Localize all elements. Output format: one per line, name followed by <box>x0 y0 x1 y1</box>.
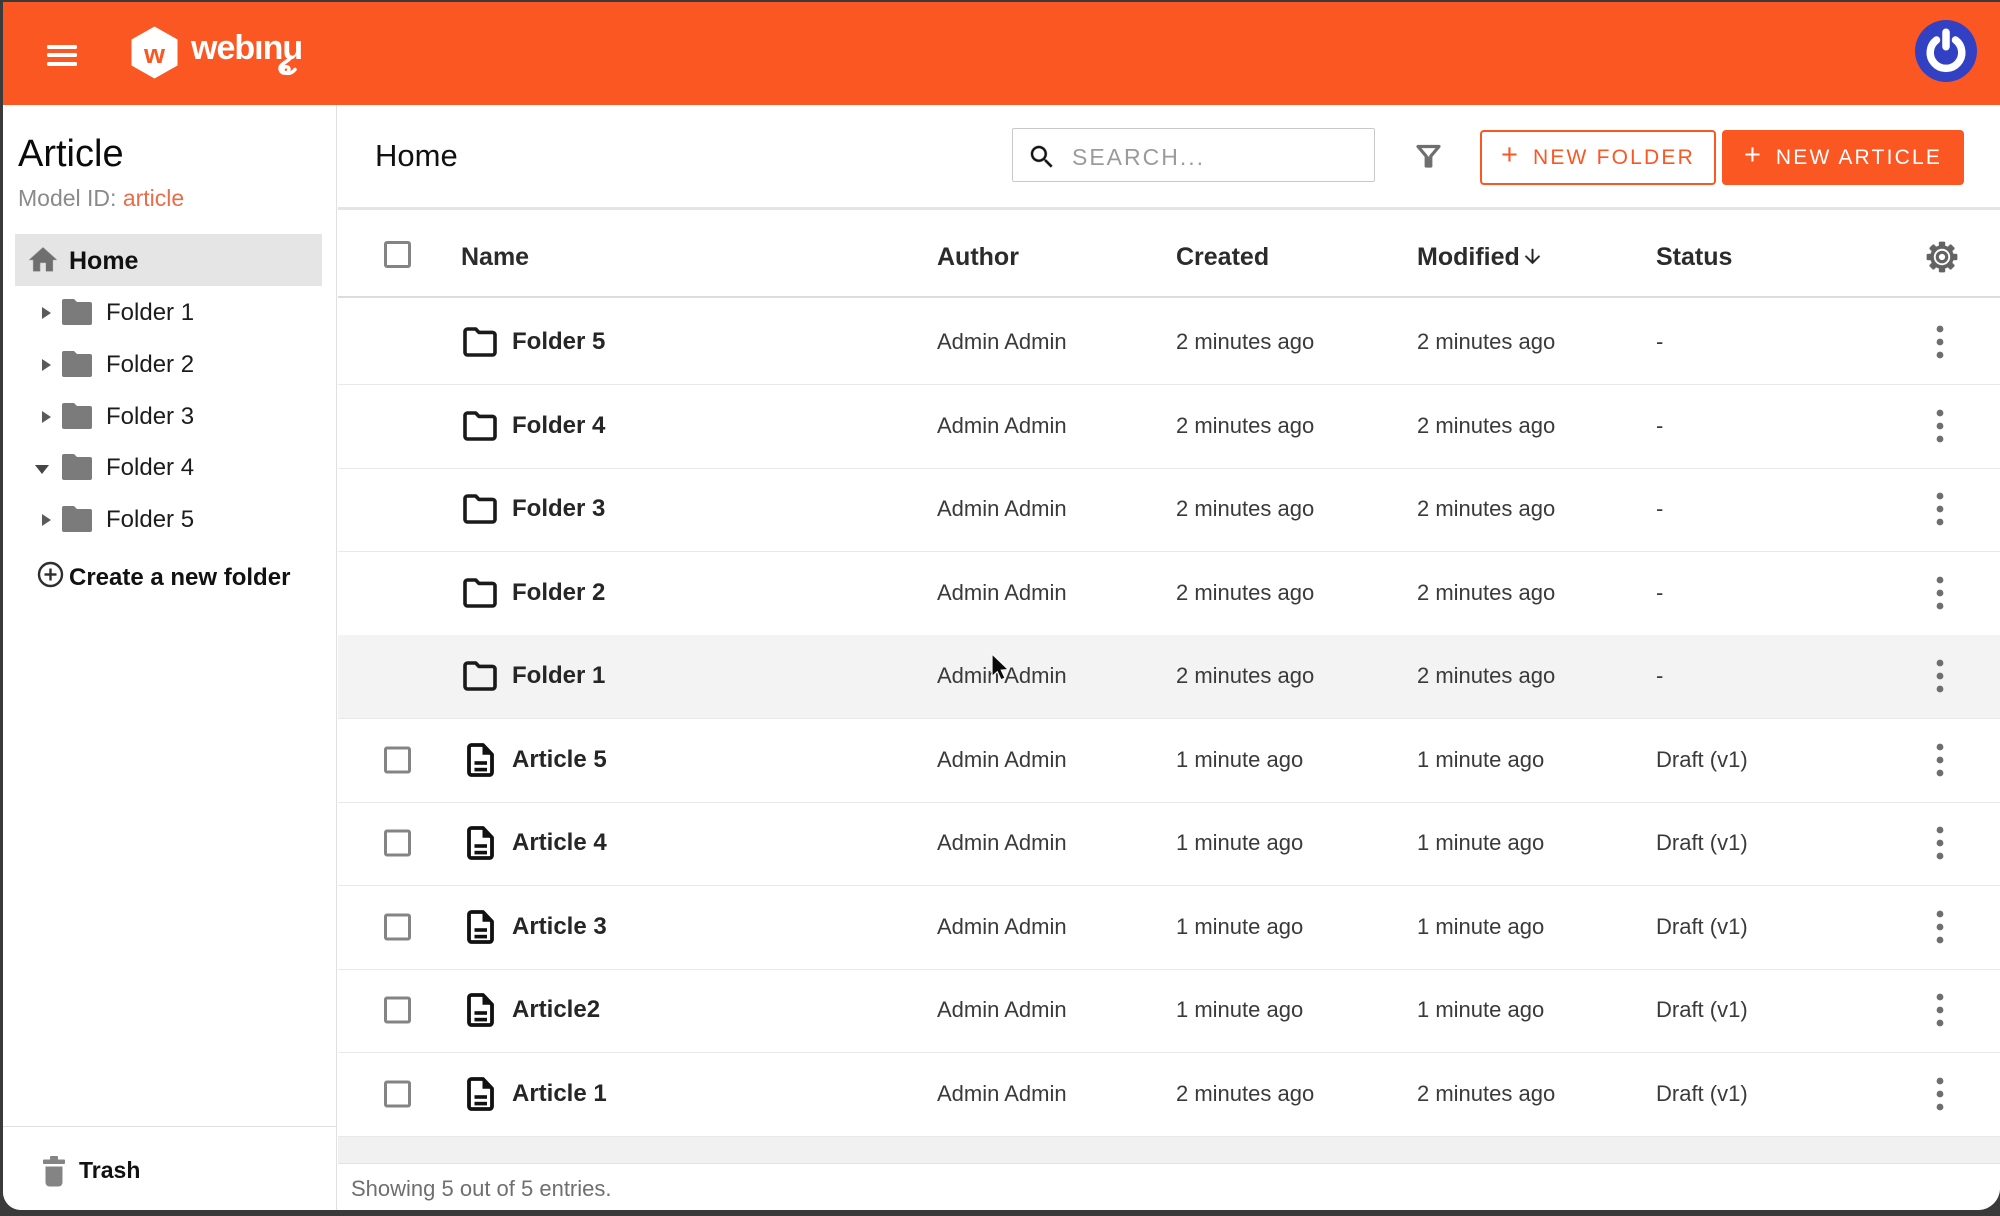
svg-text:w: w <box>143 39 166 69</box>
